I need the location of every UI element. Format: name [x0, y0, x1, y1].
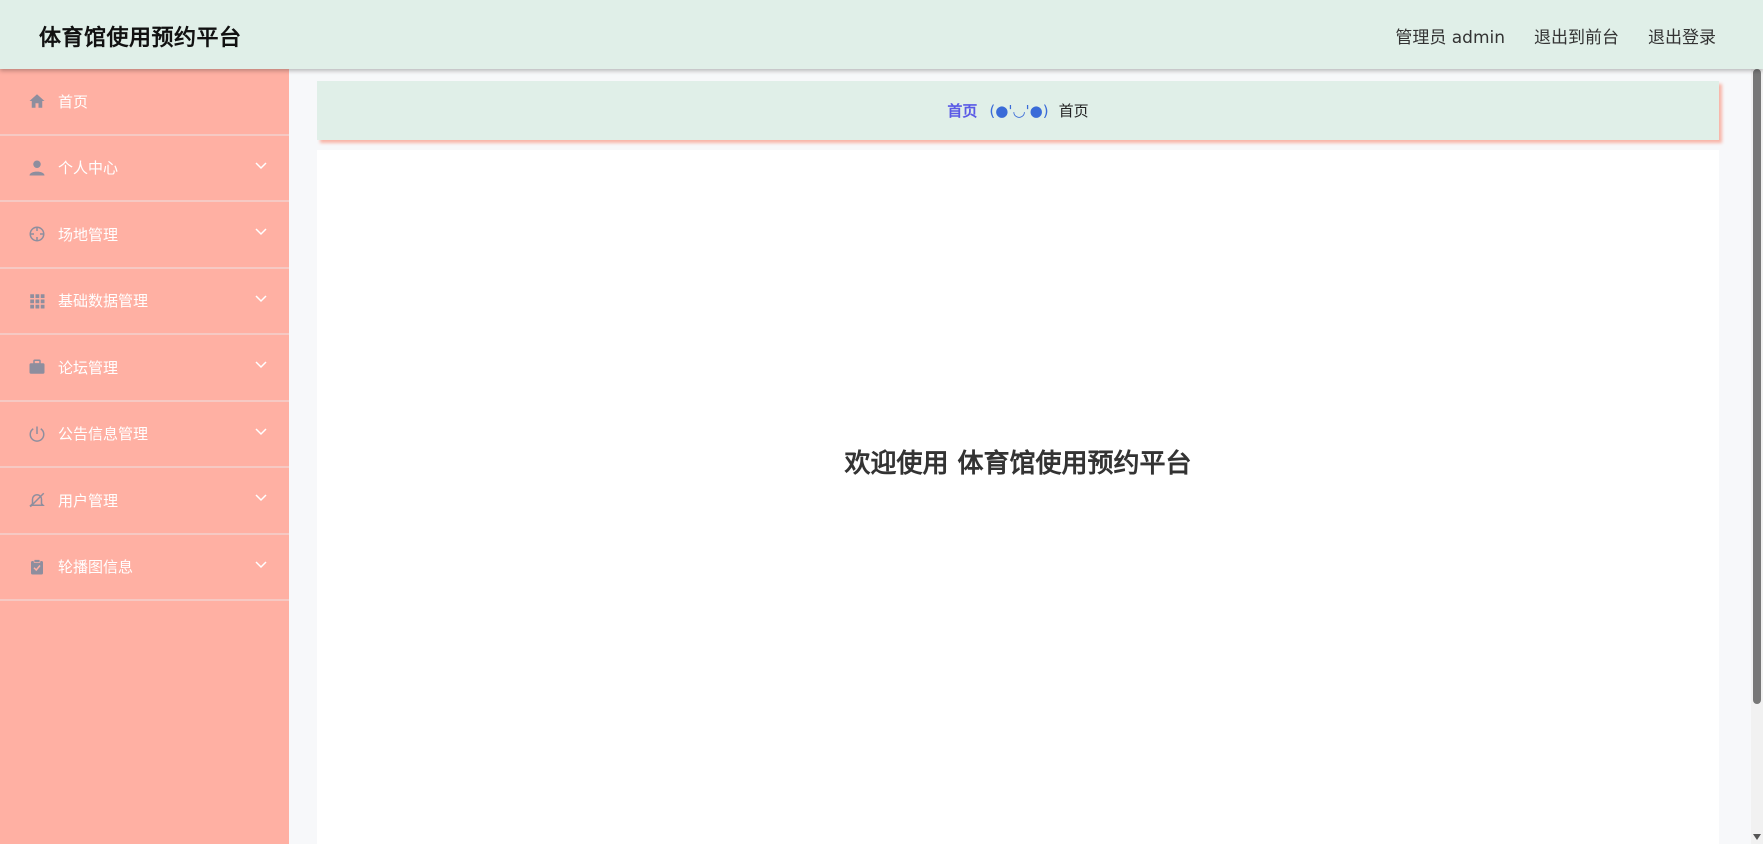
- scrollbar-thumb[interactable]: [1753, 69, 1761, 704]
- app-title: 体育馆使用预约平台: [39, 26, 242, 51]
- sidebar-item-label: 论坛管理: [58, 358, 119, 377]
- grid-icon: [28, 292, 46, 310]
- chevron-down-icon: [255, 427, 267, 435]
- chevron-down-icon: [255, 361, 267, 369]
- sidebar-item-user-management[interactable]: 用户管理: [0, 468, 289, 535]
- top-header: 体育馆使用预约平台 管理员 admin 退出到前台 退出登录: [0, 0, 1763, 69]
- exit-to-frontend-link[interactable]: 退出到前台: [1534, 23, 1619, 48]
- user-icon: [28, 159, 46, 177]
- briefcase-icon: [28, 358, 46, 376]
- page-scrollbar[interactable]: [1751, 69, 1763, 844]
- power-icon: [28, 425, 46, 443]
- home-icon: [28, 92, 46, 110]
- sidebar-item-label: 轮播图信息: [58, 558, 134, 577]
- sidebar-item-label: 用户管理: [58, 491, 119, 510]
- sidebar-item-label: 场地管理: [58, 225, 119, 244]
- breadcrumb: 首页 (●'◡'●) 首页: [317, 81, 1719, 140]
- chevron-down-icon: [255, 494, 267, 502]
- breadcrumb-separator: (●'◡'●): [989, 101, 1049, 120]
- sidebar-item-personal-center[interactable]: 个人中心: [0, 136, 289, 202]
- chevron-down-icon: [255, 228, 267, 236]
- chevron-down-icon: [255, 560, 267, 568]
- logout-link[interactable]: 退出登录: [1648, 23, 1716, 48]
- sidebar-item-home[interactable]: 首页: [0, 69, 289, 136]
- breadcrumb-current: 首页: [1058, 102, 1089, 120]
- chevron-down-icon: [255, 161, 267, 169]
- sidebar-item-announcement-management[interactable]: 公告信息管理: [0, 402, 289, 468]
- header-actions: 管理员 admin 退出到前台 退出登录: [1395, 23, 1716, 48]
- sidebar-item-label: 基础数据管理: [58, 292, 149, 311]
- sidebar-item-venue-management[interactable]: 场地管理: [0, 202, 289, 269]
- breadcrumb-home-link[interactable]: 首页: [947, 100, 977, 121]
- welcome-message: 欢迎使用 体育馆使用预约平台: [844, 449, 1192, 479]
- sidebar-item-carousel-info[interactable]: 轮播图信息: [0, 535, 289, 601]
- clipboard-check-icon: [28, 558, 46, 576]
- admin-user-label[interactable]: 管理员 admin: [1395, 23, 1505, 48]
- crosshair-icon: [28, 225, 46, 243]
- scroll-down-arrow-icon[interactable]: [1753, 834, 1761, 840]
- sidebar-item-forum-management[interactable]: 论坛管理: [0, 335, 289, 402]
- welcome-panel: 欢迎使用 体育馆使用预约平台: [317, 150, 1719, 844]
- sidebar-item-basic-data-management[interactable]: 基础数据管理: [0, 269, 289, 335]
- sidebar-menu: 首页 个人中心 场地管理 基础数据管理 论坛管理 公告信息管理 用户管理 轮播图…: [0, 69, 289, 844]
- bell-off-icon: [28, 491, 46, 509]
- sidebar-item-label: 个人中心: [58, 159, 119, 178]
- sidebar-item-label: 公告信息管理: [58, 425, 149, 444]
- chevron-down-icon: [255, 294, 267, 302]
- main-content: 首页 (●'◡'●) 首页 欢迎使用 体育馆使用预约平台: [317, 81, 1719, 844]
- sidebar-item-label: 首页: [58, 92, 89, 111]
